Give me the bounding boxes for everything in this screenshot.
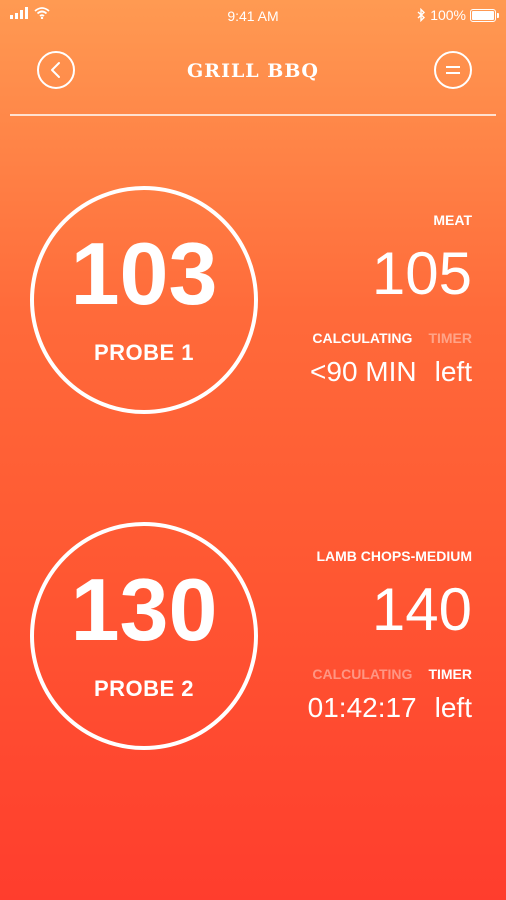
remaining-suffix: left bbox=[434, 692, 472, 723]
remaining-value: <90 MIN bbox=[310, 356, 417, 387]
status-right: 100% bbox=[416, 7, 499, 23]
tab-timer[interactable]: TIMER bbox=[428, 330, 472, 346]
meat-type: LAMB CHOPS-MEDIUM bbox=[316, 548, 472, 564]
header-divider bbox=[10, 114, 496, 116]
remaining-suffix: left bbox=[434, 356, 472, 387]
probe-gauge-1[interactable]: 103 PROBE 1 bbox=[30, 186, 258, 414]
tab-timer[interactable]: TIMER bbox=[428, 666, 472, 682]
menu-icon bbox=[446, 66, 460, 74]
bluetooth-icon bbox=[417, 8, 426, 22]
remaining-time: <90 MIN left bbox=[310, 356, 472, 388]
status-bar: 9:41 AM 100% bbox=[0, 0, 506, 32]
probe-label: PROBE 2 bbox=[93, 676, 195, 701]
remaining-value: 01:42:17 bbox=[307, 692, 417, 723]
remaining-time: 01:42:17 left bbox=[308, 692, 472, 724]
battery-icon bbox=[470, 8, 499, 22]
probe-temperature: 130 bbox=[70, 560, 218, 659]
page-title: GRILL BBQ bbox=[187, 60, 319, 82]
mode-tabs: CALCULATING TIMER bbox=[312, 330, 472, 346]
target-temperature: 140 bbox=[371, 576, 472, 643]
probe-gauge-2[interactable]: 130 PROBE 2 bbox=[30, 522, 258, 750]
tab-calculating[interactable]: CALCULATING bbox=[312, 330, 412, 346]
menu-button[interactable] bbox=[434, 51, 472, 89]
meat-type: MEAT bbox=[433, 212, 472, 228]
header: GRILL BBQ bbox=[0, 44, 506, 96]
probe-label: PROBE 1 bbox=[93, 340, 195, 365]
probe-card-2: 130 PROBE 2 LAMB CHOPS-MEDIUM 140 CALCUL… bbox=[0, 522, 506, 752]
tab-calculating[interactable]: CALCULATING bbox=[312, 666, 412, 682]
probe-card-1: 103 PROBE 1 MEAT 105 CALCULATING TIMER <… bbox=[0, 186, 506, 416]
probe-temperature: 103 bbox=[70, 224, 218, 323]
battery-percent: 100% bbox=[430, 7, 466, 23]
mode-tabs: CALCULATING TIMER bbox=[312, 666, 472, 682]
target-temperature: 105 bbox=[371, 240, 472, 307]
